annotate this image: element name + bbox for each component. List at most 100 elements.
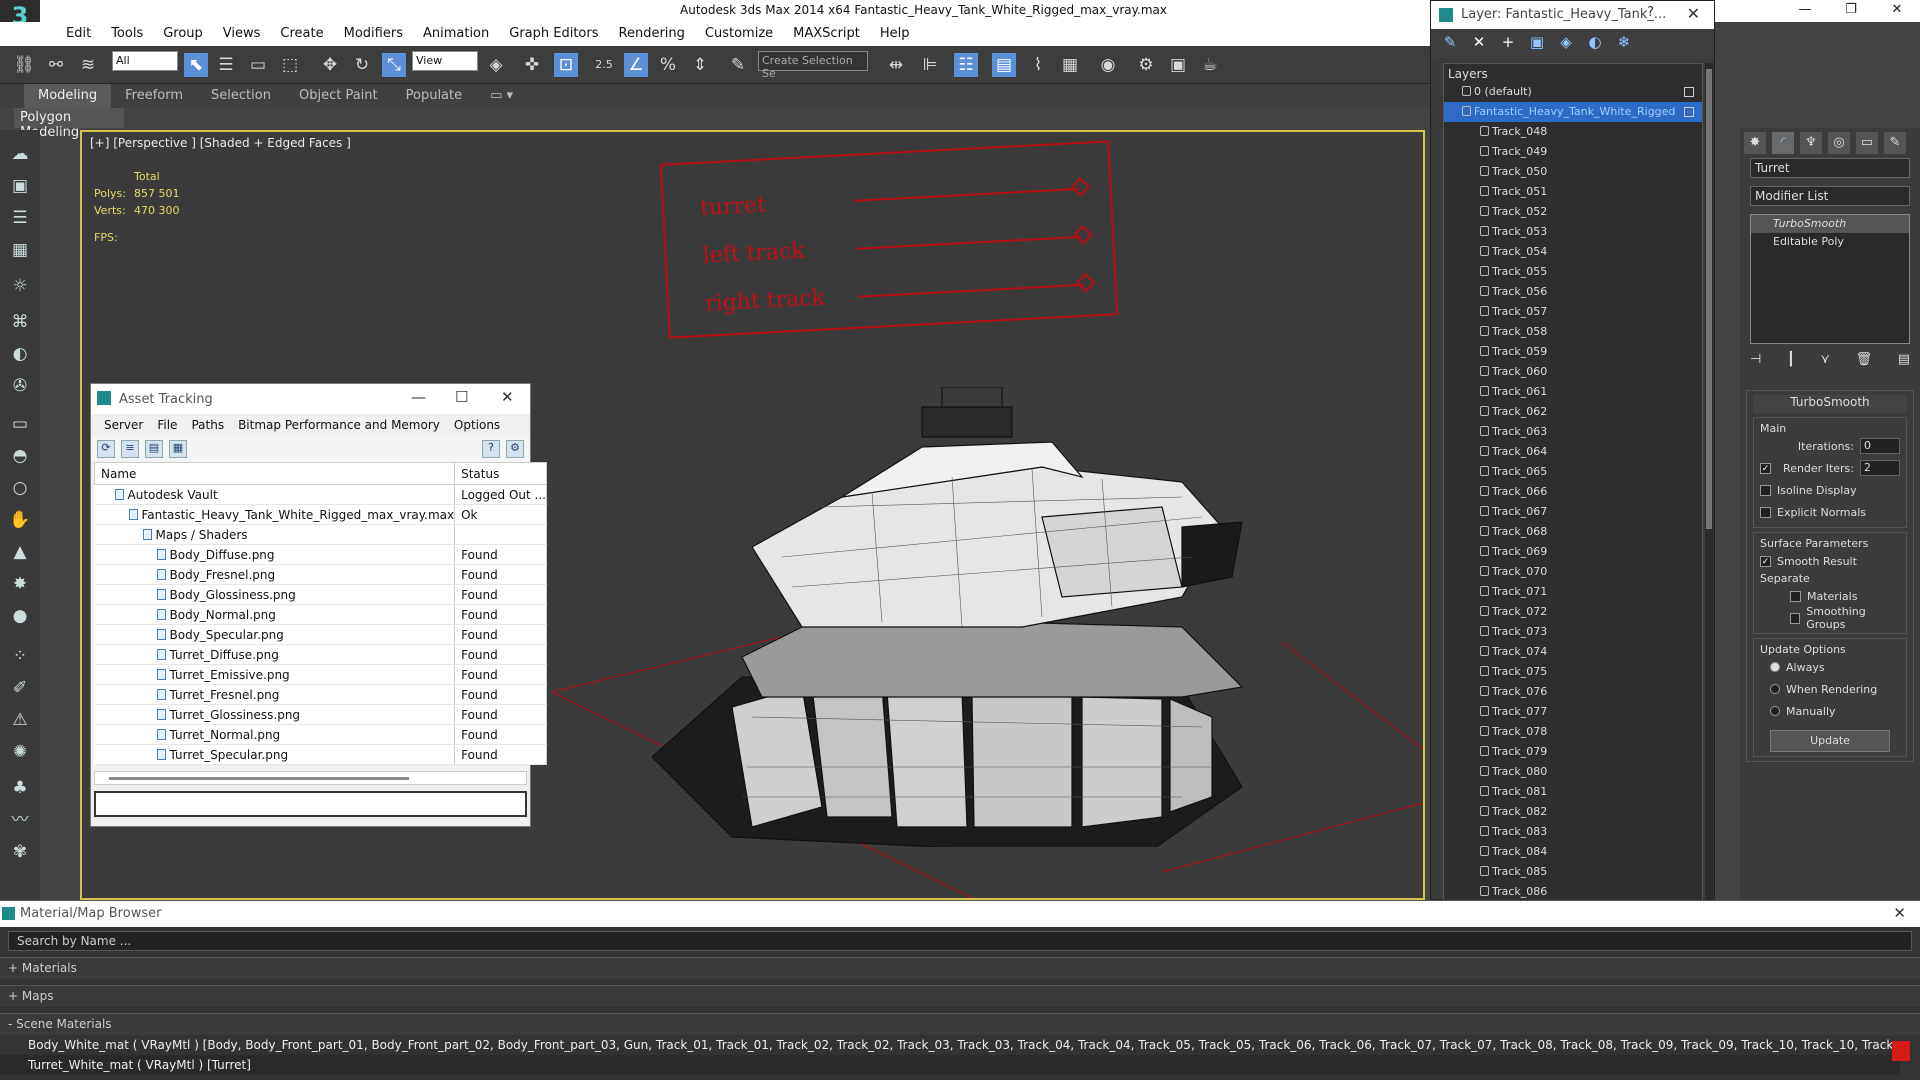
layer-row-track[interactable]: Track_064 [1444,442,1702,462]
box-icon[interactable]: ▭ [8,412,32,436]
maximize-icon[interactable]: ☐ [455,388,468,406]
material-editor-icon[interactable]: ◉ [1096,53,1120,77]
menu-tools[interactable]: Tools [101,22,153,46]
layer-row-track[interactable]: Track_050 [1444,162,1702,182]
window-crossing-icon[interactable]: ⬚ [278,53,302,77]
asset-horizontal-scrollbar[interactable] [94,771,527,785]
tab-object-paint[interactable]: Object Paint [285,84,392,108]
film-icon[interactable]: ✇ [8,374,32,398]
layer-row-track[interactable]: Track_049 [1444,142,1702,162]
pivot-icon[interactable]: ◈ [484,53,508,77]
layer-row-track[interactable]: Track_078 [1444,722,1702,742]
layer-row-tank[interactable]: Fantastic_Heavy_Tank_White_Rigged [1444,102,1702,122]
when-rendering-radio[interactable] [1770,684,1780,694]
highlight-layer-icon[interactable]: ◈ [1557,33,1575,51]
layer-row-track[interactable]: Track_062 [1444,402,1702,422]
asset-menu-file[interactable]: File [150,414,184,436]
new-layer-icon[interactable]: ✎ [1441,33,1459,51]
always-radio[interactable] [1770,662,1780,672]
freeze-all-icon[interactable]: ❄ [1615,33,1633,51]
rendered-frame-icon[interactable]: ▣ [1166,53,1190,77]
layer-row-track[interactable]: Track_082 [1444,802,1702,822]
menu-maxscript[interactable]: MAXScript [783,22,870,46]
layer-row-track[interactable]: Track_073 [1444,622,1702,642]
layer-row-track[interactable]: Track_074 [1444,642,1702,662]
object-name-field[interactable]: Turret [1750,158,1910,178]
category-maps[interactable]: + Maps [0,985,1920,1007]
table-row[interactable]: Turret_Specular.png Found [94,744,547,765]
layer-row-track[interactable]: Track_086 [1444,882,1702,902]
rig-slider-right-track[interactable] [858,283,1084,298]
render-production-icon[interactable]: ☕ [1198,53,1222,77]
percent-snap-icon[interactable]: % [656,53,680,77]
wrench-icon[interactable]: ✋ [8,508,32,532]
menu-help[interactable]: Help [870,22,920,46]
table-row[interactable]: Turret_Diffuse.png Found [94,644,547,665]
graphite-toggle-icon[interactable]: ▤ [992,53,1016,77]
smoothing-groups-checkbox[interactable] [1790,612,1801,624]
layer-row-track[interactable]: Track_081 [1444,782,1702,802]
gear-icon[interactable]: ✺ [8,740,32,764]
col-name[interactable]: Name [93,462,456,485]
tank-model[interactable] [622,387,1422,847]
table-row[interactable]: Turret_Glossiness.png Found [94,704,547,725]
stack-item-editable-poly[interactable]: Editable Poly [1751,233,1909,251]
asset-menu-options[interactable]: Options [447,414,507,436]
render-iters-input[interactable]: 2 [1860,460,1900,476]
layer-row-track[interactable]: Track_051 [1444,182,1702,202]
table-row[interactable]: Body_Diffuse.png Found [94,544,547,565]
close-icon[interactable]: ✕ [501,388,514,406]
layer-visible-toggle[interactable] [1684,107,1694,117]
help-icon[interactable]: ? [482,440,500,458]
layer-row-track[interactable]: Track_084 [1444,842,1702,862]
particles-icon[interactable]: ⁘ [8,644,32,668]
layer-row-track[interactable]: Track_083 [1444,822,1702,842]
layer-row-default[interactable]: 0 (default) [1444,82,1702,102]
disc-icon[interactable]: ● [8,604,32,628]
manually-radio[interactable] [1770,706,1780,716]
layer-row-track[interactable]: Track_060 [1444,362,1702,382]
tab-freeform[interactable]: Freeform [111,84,197,108]
layer-scrollbar[interactable] [1705,63,1713,901]
close-icon[interactable]: ✕ [1874,0,1920,22]
hide-all-icon[interactable]: ◐ [1586,33,1604,51]
settings-icon[interactable]: ⚙ [506,440,524,458]
rig-slider-turret[interactable] [853,188,1079,202]
make-unique-icon[interactable]: ⋎ [1820,352,1830,374]
iterations-input[interactable]: 0 [1860,438,1900,454]
close-icon[interactable]: ✕ [1893,904,1906,922]
table-row[interactable]: Body_Specular.png Found [94,624,547,645]
curve-editor-icon[interactable]: ⌇ [1026,53,1050,77]
asset-path-input[interactable] [94,791,527,817]
tripod-icon[interactable]: ⚠ [8,708,32,732]
select-in-layer-icon[interactable]: ▣ [1528,33,1546,51]
layer-row-track[interactable]: Track_067 [1444,502,1702,522]
layer-row-track[interactable]: Track_059 [1444,342,1702,362]
list-icon[interactable]: ☰ [8,206,32,230]
layer-row-track[interactable]: Track_065 [1444,462,1702,482]
table-row[interactable]: Autodesk Vault Logged Out ... [94,484,547,505]
layer-row-track[interactable]: Track_068 [1444,522,1702,542]
layer-row-track[interactable]: Track_069 [1444,542,1702,562]
grid-icon[interactable]: ▦ [8,238,32,262]
table-row[interactable]: Body_Glossiness.png Found [94,584,547,605]
render-iters-checkbox[interactable]: ✓ [1760,462,1771,474]
tab-modeling[interactable]: Modeling [24,84,112,108]
light-icon[interactable]: ☼ [8,274,32,298]
create-tab-icon[interactable]: ✸ [1744,132,1766,154]
tab-populate[interactable]: Populate [392,84,477,108]
add-to-layer-icon[interactable]: + [1499,33,1517,51]
layer-row-track[interactable]: Track_066 [1444,482,1702,502]
named-selection-dropdown[interactable]: Create Selection Se [758,51,868,80]
table-row[interactable]: Body_Fresnel.png Found [94,564,547,585]
pin-stack-icon[interactable]: ⊣ [1750,352,1761,374]
configure-sets-icon[interactable]: ▤ [1898,352,1910,374]
menu-create[interactable]: Create [270,22,333,46]
selection-filter-dropdown[interactable]: All [112,51,178,71]
angle-snap-icon[interactable]: ∠ [624,53,648,77]
bind-space-warp-icon[interactable]: ≋ [76,53,100,77]
material-row-body[interactable]: Body_White_mat ( VRayMtl ) [Body, Body_F… [0,1035,1900,1055]
material-row-turret[interactable]: Turret_White_mat ( VRayMtl ) [Turret] [0,1055,1900,1075]
select-manipulate-icon[interactable]: ✜ [520,53,544,77]
hair-icon[interactable]: 〰 [8,808,32,832]
